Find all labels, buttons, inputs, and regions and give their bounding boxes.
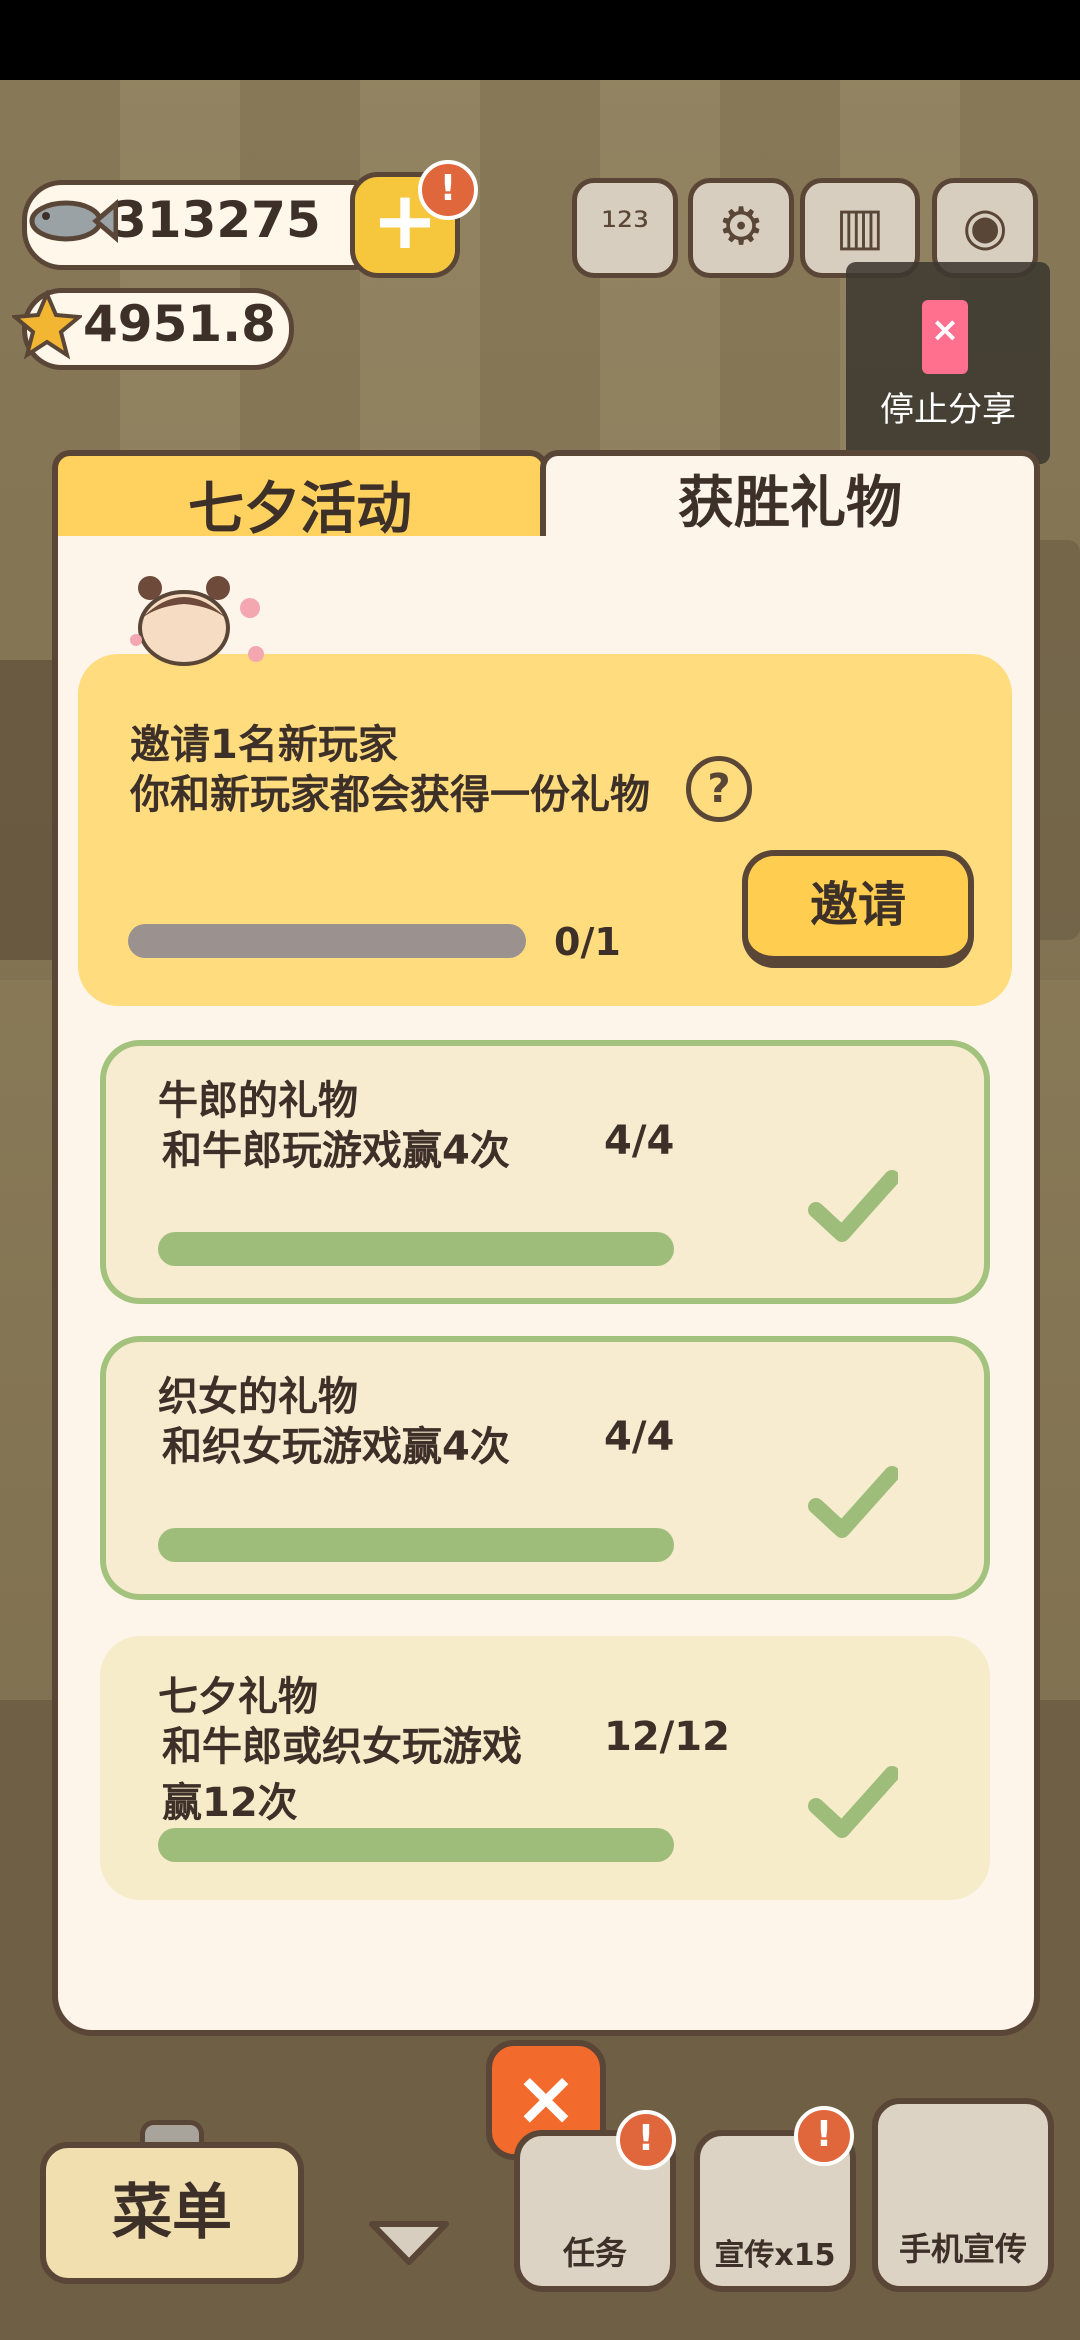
chevron-down-icon[interactable] (366, 2218, 452, 2268)
gear-icon[interactable]: ⚙ (688, 178, 794, 278)
gift-count: 4/4 (604, 1414, 675, 1460)
checkmark-icon (808, 1466, 898, 1538)
invite-line-2: 你和新玩家都会获得一份礼物 (130, 772, 650, 818)
gift-count: 4/4 (604, 1118, 675, 1164)
gift-count: 12/12 (604, 1714, 730, 1760)
invite-progress-bar (128, 924, 526, 958)
invite-button[interactable]: 邀请 (742, 850, 974, 968)
promote-label: 宣传x15 (714, 2238, 836, 2273)
character-girl-icon (130, 576, 264, 666)
gift-desc: 和织女玩游戏赢4次 (162, 1424, 510, 1470)
gift-desc-line-2: 赢12次 (162, 1780, 298, 1826)
scene-shelf (0, 660, 60, 960)
fish-count: 313275 (112, 191, 321, 249)
fish-icon (29, 199, 118, 243)
star-count: 4951.8 (83, 295, 276, 353)
gift-desc: 和牛郎玩游戏赢4次 (162, 1128, 510, 1174)
star-icon (12, 290, 82, 360)
phone-promote-button[interactable]: 手机宣传 (872, 2098, 1054, 2292)
alert-badge: ! (794, 2106, 854, 2166)
invite-progress-text: 0/1 (554, 920, 621, 964)
gift-desc: 和牛郎或织女玩游戏 (162, 1724, 522, 1770)
gift-progress-bar (158, 1528, 674, 1562)
alert-badge: ! (616, 2110, 676, 2170)
gift-progress-bar (158, 1232, 674, 1266)
menu-button[interactable]: 菜单 (40, 2142, 304, 2284)
ranking-icon[interactable]: ¹²³ (572, 178, 678, 278)
help-icon[interactable]: ? (686, 756, 752, 822)
gift-progress-bar (158, 1828, 674, 1862)
tasks-label: 任务 (562, 2234, 627, 2272)
status-bar (0, 0, 1080, 80)
alert-badge: ! (418, 160, 478, 220)
checkmark-icon (808, 1170, 898, 1242)
stop-icon: × (930, 310, 960, 350)
phone-promote-label: 手机宣传 (898, 2230, 1027, 2268)
stop-share-label: 停止分享 (880, 390, 1016, 430)
checkmark-icon (808, 1766, 898, 1838)
